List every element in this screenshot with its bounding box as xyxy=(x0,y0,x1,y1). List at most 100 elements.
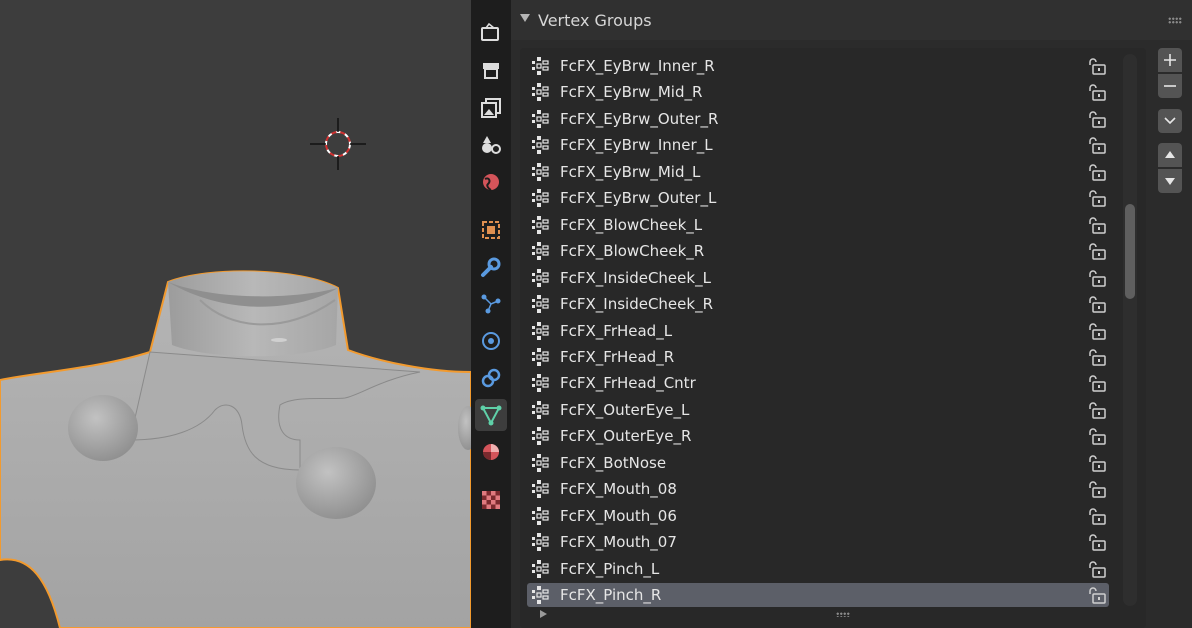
lock-open-icon[interactable] xyxy=(1087,560,1107,578)
properties-tab-bar xyxy=(471,0,511,628)
list-resize-grip-icon[interactable] xyxy=(836,612,850,617)
filter-options-arrow-icon[interactable] xyxy=(540,610,547,618)
lock-open-icon[interactable] xyxy=(1087,164,1107,181)
vertex-group-name: FcFX_EyBrw_Inner_L xyxy=(560,136,713,155)
vertex-group-name: FcFX_EyBrw_Mid_R xyxy=(560,83,703,102)
vertex-group-icon xyxy=(532,374,549,393)
vertex-group-row[interactable]: FcFX_InsideCheek_R xyxy=(527,292,1109,316)
triangle-up-icon xyxy=(1165,151,1175,158)
drag-grip-icon[interactable] xyxy=(1168,17,1182,24)
constraints-icon[interactable] xyxy=(475,362,507,394)
object-data-icon[interactable] xyxy=(475,399,507,431)
vertex-group-name: FcFX_Mouth_06 xyxy=(560,506,677,525)
scroll-thumb[interactable] xyxy=(1125,204,1135,299)
vertex-group-row[interactable]: FcFX_Mouth_08 xyxy=(527,477,1109,501)
vertex-groups-panel-header[interactable]: Vertex Groups xyxy=(511,0,1192,40)
lock-open-icon[interactable] xyxy=(1087,58,1107,75)
vertex-group-icon xyxy=(532,57,549,75)
object-icon[interactable] xyxy=(475,214,507,246)
material-icon[interactable] xyxy=(475,436,507,468)
vertex-group-row[interactable]: FcFX_EyBrw_Outer_L xyxy=(527,186,1109,210)
vertex-group-row[interactable]: FcFX_BotNose xyxy=(527,451,1109,475)
vertex-group-row[interactable]: FcFX_OuterEye_L xyxy=(527,398,1109,422)
mesh-sphere-right xyxy=(296,447,376,519)
vertex-group-row[interactable]: FcFX_OuterEye_R xyxy=(527,424,1109,448)
render-icon[interactable] xyxy=(475,17,507,49)
vertex-group-name: FcFX_Mouth_08 xyxy=(560,480,677,499)
vertex-group-specials-button[interactable] xyxy=(1158,109,1182,133)
lock-open-icon[interactable] xyxy=(1087,111,1107,128)
lock-open-icon[interactable] xyxy=(1087,84,1107,102)
view-layer-icon[interactable] xyxy=(475,92,507,124)
vertex-group-row[interactable]: FcFX_FrHead_R xyxy=(527,345,1109,369)
physics-icon[interactable] xyxy=(475,325,507,357)
output-icon[interactable] xyxy=(475,55,507,87)
vertex-group-row[interactable]: FcFX_EyBrw_Mid_R xyxy=(527,80,1109,104)
vertex-group-icon xyxy=(532,586,549,604)
lock-open-icon[interactable] xyxy=(1087,507,1107,525)
3d-viewport[interactable] xyxy=(0,0,471,628)
lock-open-icon[interactable] xyxy=(1087,375,1107,393)
vertex-group-row[interactable]: FcFX_InsideCheek_L xyxy=(527,266,1109,290)
vertex-group-name: FcFX_BotNose xyxy=(560,453,667,472)
lock-open-icon[interactable] xyxy=(1087,137,1107,155)
remove-vertex-group-button[interactable] xyxy=(1158,74,1182,98)
vertex-group-icon xyxy=(532,268,549,287)
vertex-group-row[interactable]: FcFX_BlowCheek_R xyxy=(527,239,1109,263)
vertex-group-row[interactable]: FcFX_EyBrw_Inner_L xyxy=(527,133,1109,157)
add-vertex-group-button[interactable] xyxy=(1158,48,1182,72)
lock-open-icon[interactable] xyxy=(1087,534,1107,551)
vertex-group-icon xyxy=(532,427,549,446)
scene-icon[interactable] xyxy=(475,129,507,161)
lock-open-icon[interactable] xyxy=(1087,322,1107,340)
vertex-group-row[interactable]: FcFX_Pinch_L xyxy=(527,557,1109,581)
properties-editor: Vertex Groups FcFX_EyBrw_Inner_R FcFX_EyB… xyxy=(511,0,1192,628)
list-scrollbar[interactable] xyxy=(1123,54,1137,606)
lock-open-icon[interactable] xyxy=(1087,190,1107,207)
vertex-group-row[interactable]: FcFX_FrHead_Cntr xyxy=(527,371,1109,395)
lock-open-icon[interactable] xyxy=(1087,349,1107,366)
vertex-group-row[interactable]: FcFX_EyBrw_Inner_R xyxy=(527,54,1109,78)
vertex-group-name: FcFX_Pinch_R xyxy=(560,586,662,604)
lock-open-icon[interactable] xyxy=(1087,402,1107,419)
lock-open-icon[interactable] xyxy=(1087,587,1107,604)
move-down-button[interactable] xyxy=(1158,169,1182,193)
vertex-group-icon xyxy=(532,400,549,419)
vertex-group-row[interactable]: FcFX_FrHead_L xyxy=(527,319,1109,343)
vertex-group-row[interactable]: FcFX_Mouth_06 xyxy=(527,504,1109,528)
lock-open-icon[interactable] xyxy=(1087,455,1107,472)
vertex-group-row[interactable]: FcFX_Pinch_R xyxy=(527,583,1109,607)
vertex-group-name: FcFX_FrHead_L xyxy=(560,321,673,340)
mesh-sphere-left xyxy=(68,395,138,461)
vertex-group-name: FcFX_BlowCheek_R xyxy=(560,242,705,261)
lock-open-icon[interactable] xyxy=(1087,428,1107,446)
vertex-group-icon xyxy=(532,453,549,472)
collapse-arrow-icon[interactable] xyxy=(520,14,530,22)
vertex-group-icon xyxy=(532,347,549,366)
lock-open-icon[interactable] xyxy=(1087,296,1107,313)
triangle-down-icon xyxy=(1165,178,1175,185)
remove-icon xyxy=(1164,85,1176,87)
lock-open-icon[interactable] xyxy=(1087,243,1107,260)
vertex-group-row[interactable]: FcFX_EyBrw_Outer_R xyxy=(527,107,1109,131)
vertex-group-name: FcFX_OuterEye_R xyxy=(560,427,692,446)
vertex-group-list[interactable]: FcFX_EyBrw_Inner_R FcFX_EyBrw_Mid_R FcFX_E… xyxy=(520,48,1146,628)
vertex-group-name: FcFX_InsideCheek_L xyxy=(560,268,711,287)
move-up-button[interactable] xyxy=(1158,143,1182,167)
world-icon[interactable] xyxy=(475,166,507,198)
modifier-icon[interactable] xyxy=(475,251,507,283)
vertex-group-icon xyxy=(532,189,549,208)
vertex-group-row[interactable]: FcFX_BlowCheek_L xyxy=(527,213,1109,237)
particles-icon[interactable] xyxy=(475,288,507,320)
vertex-group-icon xyxy=(532,506,549,525)
lock-open-icon[interactable] xyxy=(1087,269,1107,287)
vertex-group-icon xyxy=(532,559,549,578)
vertex-group-row[interactable]: FcFX_Mouth_07 xyxy=(527,530,1109,554)
vertex-group-name: FcFX_Mouth_07 xyxy=(560,533,677,552)
lock-open-icon[interactable] xyxy=(1087,217,1107,234)
lock-open-icon[interactable] xyxy=(1087,481,1107,498)
vertex-group-row[interactable]: FcFX_EyBrw_Mid_L xyxy=(527,160,1109,184)
texture-icon[interactable] xyxy=(475,484,507,516)
vertex-group-icon xyxy=(532,242,549,261)
add-icon xyxy=(1164,54,1176,66)
